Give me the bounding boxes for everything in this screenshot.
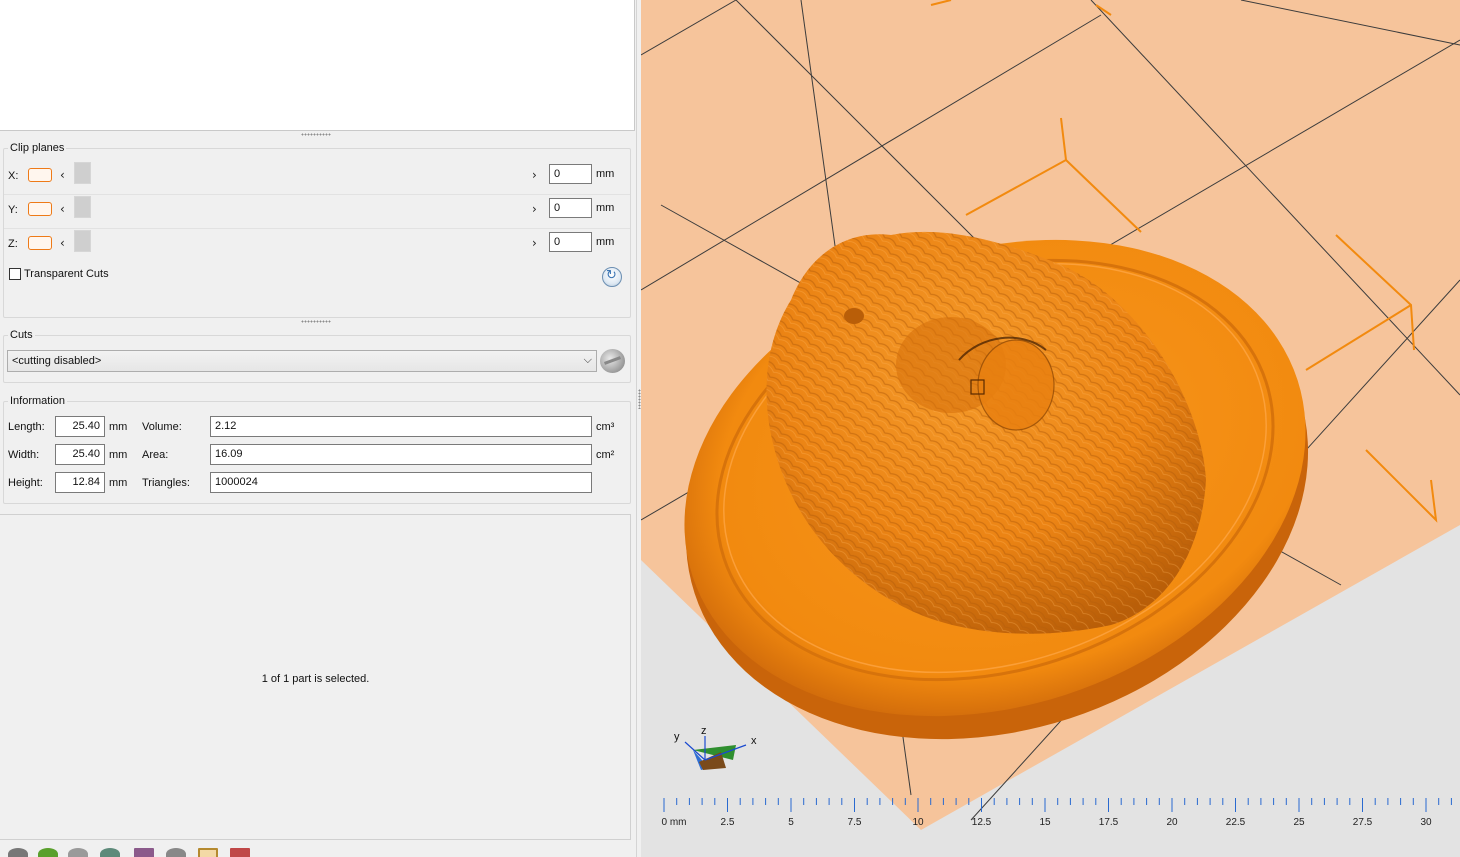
ruler-tick-label: 7.5 [847, 817, 862, 828]
ruler-tick-label: 17.5 [1098, 817, 1119, 828]
height-value: 12.84 [55, 472, 105, 493]
slider-thumb[interactable] [74, 162, 91, 184]
ruler-tick-label: 20 [1166, 817, 1178, 828]
ruler-tick-label: 0 mm [661, 817, 687, 828]
add-part-icon[interactable] [38, 848, 58, 857]
area-label: Area: [142, 449, 169, 461]
width-value: 25.40 [55, 444, 105, 465]
triangles-value: 1000024 [210, 472, 592, 493]
bottom-toolbar [0, 843, 640, 857]
box-icon[interactable] [198, 848, 218, 857]
slider-right-arrow-icon[interactable]: › [532, 202, 537, 216]
row-divider [4, 228, 630, 229]
length-label: Length: [8, 421, 45, 433]
ruler-tick-label: 2.5 [720, 817, 735, 828]
length-unit: mm [109, 421, 128, 433]
cut-mode-select[interactable]: <cutting disabled> ⌵ [7, 350, 597, 372]
clip-z-unit: mm [596, 236, 615, 248]
slider-thumb[interactable] [74, 196, 91, 218]
slider-left-arrow-icon[interactable]: ‹ [60, 168, 65, 182]
volume-unit: cm³ [596, 421, 615, 433]
width-unit: mm [109, 449, 128, 461]
sphere-icon[interactable] [68, 848, 88, 857]
axis-triad [684, 736, 747, 770]
clip-planes-title: Clip planes [8, 142, 67, 154]
transparent-cuts-label: Transparent Cuts [24, 268, 109, 280]
shapes-icon[interactable] [100, 848, 120, 857]
area-unit: cm² [596, 449, 615, 461]
3d-viewport[interactable]: y z x [641, 0, 1460, 857]
grid-icon[interactable] [134, 848, 154, 857]
slider-thumb[interactable] [74, 230, 91, 252]
clip-row-x: X: ‹ › 0 mm [4, 160, 630, 190]
cuts-title: Cuts [8, 329, 35, 341]
triad-z-label: z [701, 725, 707, 737]
selection-info-area: 1 of 1 part is selected. [0, 514, 631, 840]
area-value: 16.09 [210, 444, 592, 465]
ruler-ticks [663, 798, 1452, 812]
chevron-down-icon: ⌵ [583, 353, 592, 366]
ruler-tick-label: 5 [788, 817, 794, 828]
ruler-tick-label: 22.5 [1225, 817, 1246, 828]
panel-resize-grip[interactable] [301, 320, 331, 323]
panel-resize-grip[interactable] [301, 133, 331, 136]
height-label: Height: [8, 477, 43, 489]
clip-y-input[interactable]: 0 [549, 198, 592, 218]
cut-tool-icon[interactable] [600, 349, 625, 373]
ruler-tick-label: 30 [1420, 817, 1432, 828]
selection-status: 1 of 1 part is selected. [261, 673, 370, 685]
clip-plane-x-toggle[interactable] [28, 168, 52, 182]
volume-value: 2.12 [210, 416, 592, 437]
scale-icon[interactable] [166, 848, 186, 857]
clip-plane-y-toggle[interactable] [28, 202, 52, 216]
row-divider [4, 194, 630, 195]
cut-mode-value: <cutting disabled> [12, 355, 102, 367]
properties-panel: Clip planes X: ‹ › 0 mm Y: ‹ › 0 mm Z: ‹… [0, 0, 640, 857]
clip-y-unit: mm [596, 202, 615, 214]
slider-right-arrow-icon[interactable]: › [532, 168, 537, 182]
height-unit: mm [109, 477, 128, 489]
information-title: Information [8, 395, 68, 407]
support-icon[interactable] [230, 848, 250, 857]
part-tree-area [0, 0, 635, 131]
triad-y-label: y [674, 731, 680, 743]
axis-label-y: Y: [8, 204, 18, 216]
clip-z-input[interactable]: 0 [549, 232, 592, 252]
clip-z-slider[interactable] [74, 230, 544, 252]
scene-canvas[interactable] [641, 0, 1460, 857]
clip-y-slider[interactable] [74, 196, 544, 218]
ruler-tick-label: 10 [912, 817, 924, 828]
ruler-tick-label: 25 [1293, 817, 1305, 828]
slider-right-arrow-icon[interactable]: › [532, 236, 537, 250]
clip-x-unit: mm [596, 168, 615, 180]
clip-x-input[interactable]: 0 [549, 164, 592, 184]
volume-label: Volume: [142, 421, 182, 433]
ruler-tick-label: 27.5 [1352, 817, 1373, 828]
settings-gear-icon[interactable] [8, 848, 28, 857]
slider-left-arrow-icon[interactable]: ‹ [60, 202, 65, 216]
width-label: Width: [8, 449, 40, 461]
measurement-ruler: 0 mm 2.5 5 7.5 10 12.5 15 17.5 20 22.5 25 27.5 30 [643, 796, 1460, 857]
reset-clip-planes-icon[interactable] [602, 267, 622, 287]
slider-left-arrow-icon[interactable]: ‹ [60, 236, 65, 250]
clip-plane-z-toggle[interactable] [28, 236, 52, 250]
axis-label-x: X: [8, 170, 19, 182]
transparent-cuts-checkbox[interactable] [9, 268, 21, 280]
triad-x-label: x [751, 735, 757, 747]
axis-label-z: Z: [8, 238, 18, 250]
length-value: 25.40 [55, 416, 105, 437]
clip-row-z: Z: ‹ › 0 mm [4, 228, 630, 258]
clip-row-y: Y: ‹ › 0 mm [4, 194, 630, 224]
triangles-label: Triangles: [142, 477, 190, 489]
ruler-tick-label: 15 [1039, 817, 1051, 828]
ruler-tick-label: 12.5 [971, 817, 992, 828]
clip-x-slider[interactable] [74, 162, 544, 184]
